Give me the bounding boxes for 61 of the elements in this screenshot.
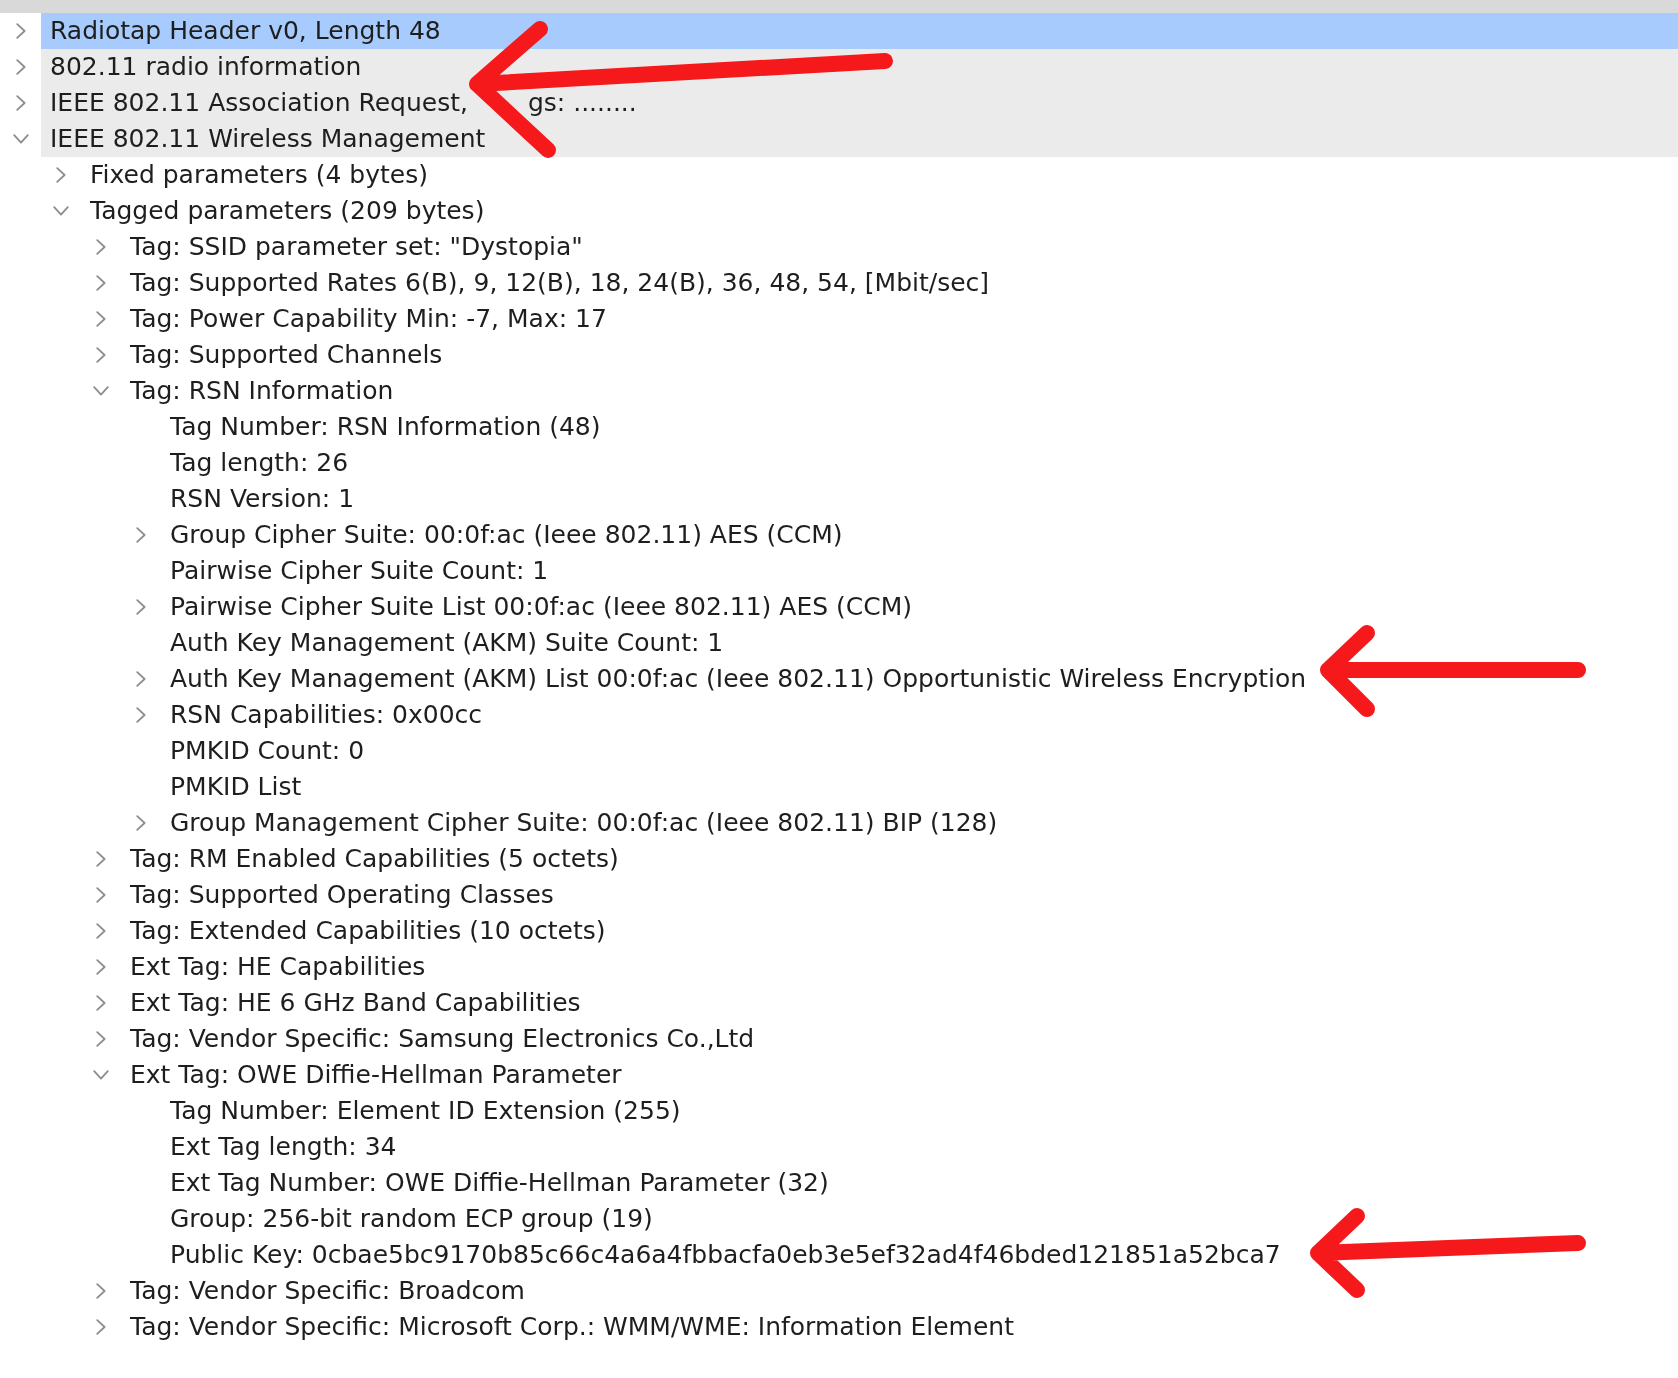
tree-item[interactable]: Tag: Supported Operating Classes: [121, 877, 560, 913]
chevron-right-icon[interactable]: [95, 851, 106, 867]
tree-item[interactable]: Tag length: 26: [161, 445, 355, 481]
tree-item[interactable]: Tag: Supported Rates 6(B), 9, 12(B), 18, 24(B), 36, 48, 54, [Mbit/sec]: [121, 265, 996, 301]
tree-item[interactable]: IEEE 802.11 Wireless Management: [41, 121, 1678, 157]
tree-item[interactable]: Tag: Power Capability Min: -7, Max: 17: [121, 301, 613, 337]
chevron-right-icon[interactable]: [95, 995, 106, 1011]
tree-item[interactable]: Auth Key Management (AKM) List 00:0f:ac (Ieee 802.11) Opportunistic Wireless Encryption: [161, 661, 1313, 697]
tree-item[interactable]: Ext Tag Number: OWE Diffie-Hellman Parameter (32): [161, 1165, 835, 1201]
tree-item[interactable]: PMKID List: [161, 769, 308, 805]
chevron-down-icon[interactable]: [52, 206, 69, 216]
tree-item[interactable]: Ext Tag length: 34: [161, 1129, 403, 1165]
chevron-right-icon[interactable]: [95, 347, 106, 363]
chevron-down-icon[interactable]: [92, 386, 109, 396]
chevron-right-icon[interactable]: [135, 527, 146, 543]
chevron-right-icon[interactable]: [95, 311, 106, 327]
chevron-right-icon[interactable]: [135, 599, 146, 615]
tree-item[interactable]: Tag: Supported Channels: [121, 337, 449, 373]
chevron-right-icon[interactable]: [95, 239, 106, 255]
tree-item[interactable]: Tag: RM Enabled Capabilities (5 octets): [121, 841, 625, 877]
tree-item[interactable]: Tag Number: Element ID Extension (255): [161, 1093, 687, 1129]
tree-item[interactable]: Ext Tag: OWE Diffie-Hellman Parameter: [121, 1057, 628, 1093]
chevron-right-icon[interactable]: [15, 95, 26, 111]
tree-item[interactable]: Group Management Cipher Suite: 00:0f:ac (Ieee 802.11) BIP (128): [161, 805, 1004, 841]
chevron-right-icon[interactable]: [135, 707, 146, 723]
chevron-right-icon[interactable]: [95, 959, 106, 975]
chevron-right-icon[interactable]: [95, 923, 106, 939]
tree-item[interactable]: Group Cipher Suite: 00:0f:ac (Ieee 802.11) AES (CCM): [161, 517, 849, 553]
tree-item[interactable]: RSN Version: 1: [161, 481, 361, 517]
tree-item[interactable]: Tag: Vendor Specific: Broadcom: [121, 1273, 531, 1309]
chevron-down-icon[interactable]: [92, 1070, 109, 1080]
chevron-right-icon[interactable]: [135, 671, 146, 687]
tree-item[interactable]: Tag: Vendor Specific: Samsung Electronics Co.,Ltd: [121, 1021, 761, 1057]
chevron-right-icon[interactable]: [95, 887, 106, 903]
tree-item[interactable]: IEEE 802.11 Association Request, gs: ........: [41, 85, 1678, 121]
tree-item[interactable]: Group: 256-bit random ECP group (19): [161, 1201, 659, 1237]
tree-item[interactable]: Tag: Vendor Specific: Microsoft Corp.: WMM/WME: Information Element: [121, 1309, 1020, 1345]
chevron-right-icon[interactable]: [95, 1283, 106, 1299]
tree-item[interactable]: Tag: Extended Capabilities (10 octets): [121, 913, 612, 949]
tree-item[interactable]: Auth Key Management (AKM) Suite Count: 1: [161, 625, 730, 661]
tree-item[interactable]: Radiotap Header v0, Length 48: [41, 13, 1678, 49]
chevron-right-icon[interactable]: [55, 167, 66, 183]
tree-item[interactable]: Tag: RSN Information: [121, 373, 400, 409]
chevron-right-icon[interactable]: [95, 1031, 106, 1047]
tree-item[interactable]: Ext Tag: HE 6 GHz Band Capabilities: [121, 985, 587, 1021]
chevron-right-icon[interactable]: [95, 275, 106, 291]
chevron-down-icon[interactable]: [12, 134, 29, 144]
tree-item[interactable]: Public Key: 0cbae5bc9170b85c66c4a6a4fbbacfa0eb3e5ef32ad4f46bded121851a52bca7: [161, 1237, 1287, 1273]
tree-item[interactable]: Ext Tag: HE Capabilities: [121, 949, 432, 985]
tree-item[interactable]: RSN Capabilities: 0x00cc: [161, 697, 489, 733]
tree-item[interactable]: Tag: SSID parameter set: "Dystopia": [121, 229, 589, 265]
chevron-right-icon[interactable]: [135, 815, 146, 831]
chevron-right-icon[interactable]: [95, 1319, 106, 1335]
chevron-right-icon[interactable]: [15, 59, 26, 75]
tree-item[interactable]: PMKID Count: 0: [161, 733, 371, 769]
tree-item[interactable]: Fixed parameters (4 bytes): [81, 157, 434, 193]
tree-item[interactable]: Tagged parameters (209 bytes): [81, 193, 491, 229]
tree-item[interactable]: Tag Number: RSN Information (48): [161, 409, 607, 445]
tree-item[interactable]: Pairwise Cipher Suite List 00:0f:ac (Ieee 802.11) AES (CCM): [161, 589, 918, 625]
tree-item[interactable]: Pairwise Cipher Suite Count: 1: [161, 553, 555, 589]
chevron-right-icon[interactable]: [15, 23, 26, 39]
